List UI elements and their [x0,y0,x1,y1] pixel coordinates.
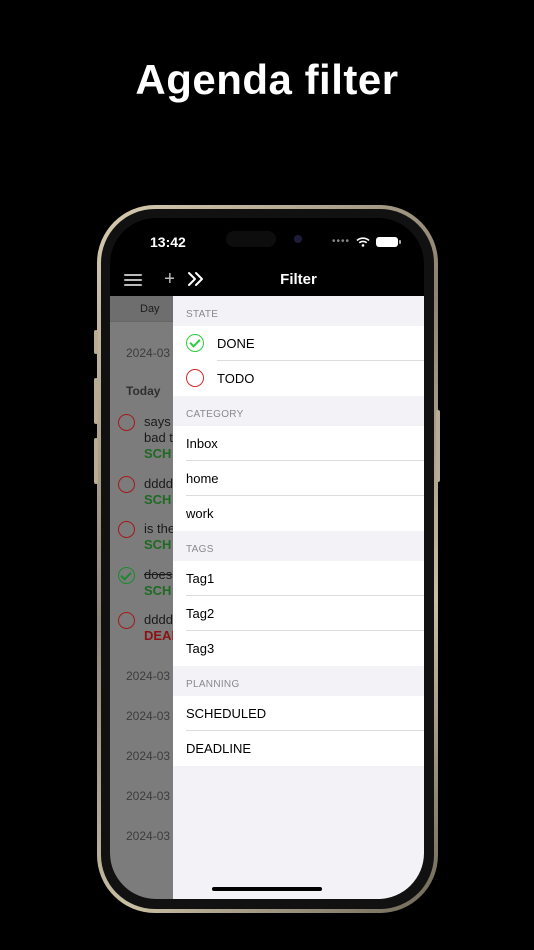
todo-circle-icon [186,369,204,387]
volume-down-button [94,438,98,484]
filter-option-deadline[interactable]: DEADLINE [173,731,424,766]
item-title-line-2: bad t [144,430,173,445]
filter-option-tag3[interactable]: Tag3 [173,631,424,666]
filter-option-scheduled[interactable]: SCHEDULED [173,696,424,731]
headline: Agenda filter [135,56,399,103]
status-icons: •••• [331,236,401,247]
done-check-icon[interactable] [118,567,135,584]
option-label: Tag3 [186,641,215,656]
filter-option-work[interactable]: work [173,496,424,531]
option-label: home [186,471,219,486]
filter-option-todo[interactable]: TODO [173,361,424,396]
todo-circle-icon[interactable] [118,521,135,538]
filter-option-done[interactable]: DONE [173,326,424,361]
option-label: SCHEDULED [186,706,267,721]
item-schedule-tag: SCH [144,583,172,598]
option-label: work [186,506,214,521]
volume-up-button [94,378,98,424]
planning-list: SCHEDULED DEADLINE [173,696,424,766]
item-title: does [144,567,173,582]
item-schedule-tag: SCH [144,446,172,461]
option-label: Tag2 [186,606,215,621]
tags-section-header: TAGS [186,544,214,555]
option-label: Inbox [186,436,218,451]
hamburger-menu-icon[interactable] [124,274,142,286]
item-title: dddd [144,612,173,627]
phone-screen: 13:42 •••• + Filter Day 2024-03 Today sa… [110,218,424,899]
todo-circle-icon[interactable] [118,476,135,493]
todo-circle-icon[interactable] [118,612,135,629]
option-label: DEADLINE [186,741,252,756]
agenda-date: 2024-03 [126,789,171,803]
filter-option-tag1[interactable]: Tag1 [173,561,424,596]
state-list: DONE TODO [173,326,424,396]
filter-option-tag2[interactable]: Tag2 [173,596,424,631]
dynamic-island [226,231,276,247]
category-list: Inbox home work [173,426,424,531]
status-time: 13:42 [150,234,186,250]
tags-list: Tag1 Tag2 Tag3 [173,561,424,666]
camera-dot [294,235,302,243]
option-label: DONE [217,336,255,351]
agenda-today-label: Today [126,384,161,398]
planning-section-header: PLANNING [186,679,240,690]
todo-circle-icon[interactable] [118,414,135,431]
wifi-icon [356,236,370,247]
item-schedule-tag: SCH [144,492,172,507]
power-button [436,410,440,482]
nav-title: Filter [280,271,317,288]
filter-panel: STATE DONE TODO CATEGORY Inbox home work… [173,296,424,899]
app-screenshot: Agenda filter 13:42 •••• + Filter Day 20… [0,0,534,950]
category-section-header: CATEGORY [186,409,244,420]
battery-icon [376,236,401,247]
state-section-header: STATE [186,309,219,320]
mute-button [94,330,98,354]
home-indicator[interactable] [212,887,322,891]
filter-option-inbox[interactable]: Inbox [173,426,424,461]
option-label: Tag1 [186,571,215,586]
done-check-icon [186,334,204,352]
agenda-date: 2024-03 [126,829,171,843]
agenda-date: 2024-03 [126,346,171,360]
item-deadline-tag: DEAI [144,628,176,643]
item-title: says [144,414,171,429]
filter-option-home[interactable]: home [173,461,424,496]
option-label: TODO [217,371,255,386]
agenda-date: 2024-03 [126,749,171,763]
item-title: dddd [144,476,173,491]
item-title: is the [144,521,176,536]
item-schedule-tag: SCH [144,537,172,552]
navigation-bar: + Filter [110,262,424,296]
agenda-date: 2024-03 [126,669,171,683]
agenda-date: 2024-03 [126,709,171,723]
signal-dots-icon: •••• [331,236,350,247]
